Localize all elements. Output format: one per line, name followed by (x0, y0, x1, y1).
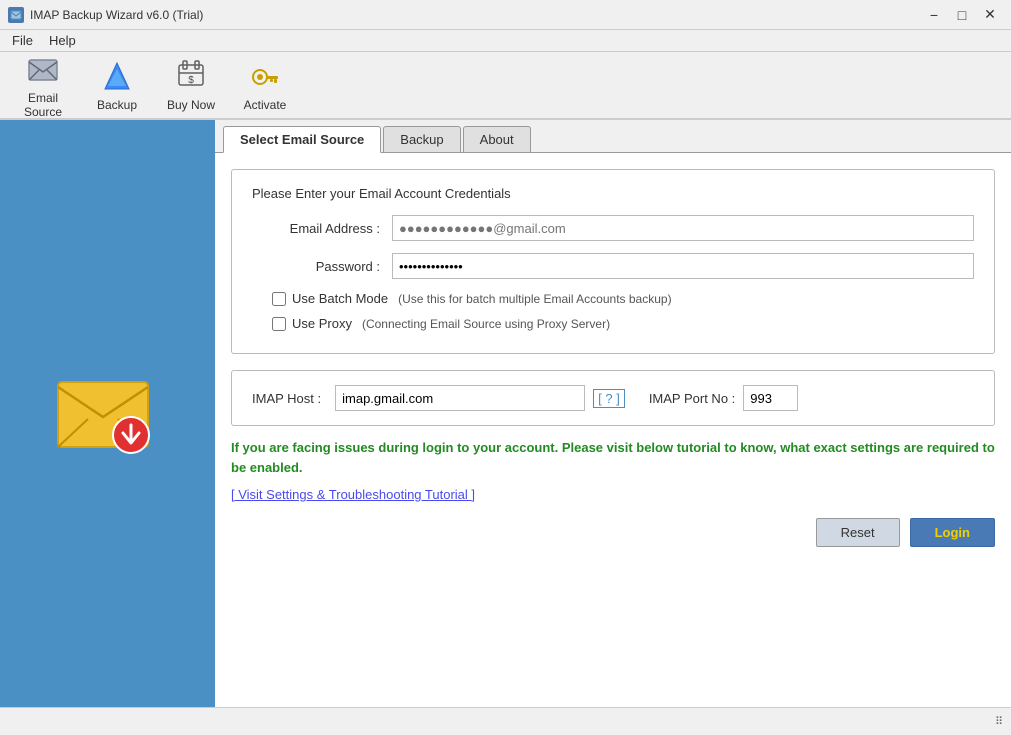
toolbar-activate[interactable]: Activate (230, 56, 300, 114)
info-message: If you are facing issues during login to… (231, 438, 995, 477)
title-bar-controls: − □ ✕ (921, 5, 1003, 25)
svg-text:$: $ (188, 75, 194, 86)
credentials-box: Please Enter your Email Account Credenti… (231, 169, 995, 354)
password-input[interactable] (392, 253, 974, 279)
batch-mode-checkbox[interactable] (272, 292, 286, 306)
proxy-checkbox[interactable] (272, 317, 286, 331)
email-row: Email Address : (252, 215, 974, 241)
menu-help[interactable]: Help (41, 31, 84, 50)
imap-row: IMAP Host : [ ? ] IMAP Port No : (252, 385, 974, 411)
proxy-note: (Connecting Email Source using Proxy Ser… (362, 317, 610, 331)
panel: Please Enter your Email Account Credenti… (215, 153, 1011, 707)
toolbar: Email Source Backup $ Buy Now (0, 52, 1011, 120)
activate-icon (247, 59, 283, 95)
proxy-text: Use Proxy (292, 316, 352, 331)
action-buttons: Reset Login (231, 518, 995, 547)
email-input[interactable] (392, 215, 974, 241)
imap-port-input[interactable] (743, 385, 798, 411)
minimize-button[interactable]: − (921, 5, 947, 25)
batch-mode-note: (Use this for batch multiple Email Accou… (398, 292, 671, 306)
batch-mode-row: Use Batch Mode (Use this for batch multi… (252, 291, 974, 306)
toolbar-activate-label: Activate (244, 98, 287, 112)
login-button[interactable]: Login (910, 518, 995, 547)
sidebar (0, 120, 215, 707)
app-title: IMAP Backup Wizard v6.0 (Trial) (30, 8, 203, 22)
main-layout: Select Email Source Backup About Please … (0, 120, 1011, 707)
tabs: Select Email Source Backup About (215, 120, 1011, 153)
resize-indicator: ⠿ (995, 715, 1003, 728)
menu-bar: File Help (0, 30, 1011, 52)
toolbar-backup[interactable]: Backup (82, 56, 152, 114)
toolbar-backup-label: Backup (97, 98, 137, 112)
toolbar-buy-now[interactable]: $ Buy Now (156, 56, 226, 114)
proxy-label[interactable]: Use Proxy (272, 316, 352, 331)
email-label: Email Address : (252, 221, 392, 236)
password-row: Password : (252, 253, 974, 279)
proxy-row: Use Proxy (Connecting Email Source using… (252, 316, 974, 331)
content-area: Select Email Source Backup About Please … (215, 120, 1011, 707)
credentials-title: Please Enter your Email Account Credenti… (252, 186, 974, 201)
close-button[interactable]: ✕ (977, 5, 1003, 25)
imap-box: IMAP Host : [ ? ] IMAP Port No : (231, 370, 995, 426)
app-icon (8, 7, 24, 23)
password-label: Password : (252, 259, 392, 274)
buy-now-icon: $ (173, 59, 209, 95)
imap-host-label: IMAP Host : (252, 391, 321, 406)
tab-about[interactable]: About (463, 126, 531, 152)
backup-icon (99, 59, 135, 95)
imap-host-input[interactable] (335, 385, 585, 411)
reset-button[interactable]: Reset (816, 518, 900, 547)
toolbar-email-source[interactable]: Email Source (8, 56, 78, 114)
sidebar-email-icon (53, 367, 163, 460)
title-bar-left: IMAP Backup Wizard v6.0 (Trial) (8, 7, 203, 23)
tutorial-link[interactable]: [ Visit Settings & Troubleshooting Tutor… (231, 487, 995, 502)
maximize-button[interactable]: □ (949, 5, 975, 25)
batch-mode-label[interactable]: Use Batch Mode (272, 291, 388, 306)
menu-file[interactable]: File (4, 31, 41, 50)
tab-backup[interactable]: Backup (383, 126, 460, 152)
title-bar: IMAP Backup Wizard v6.0 (Trial) − □ ✕ (0, 0, 1011, 30)
imap-help-button[interactable]: [ ? ] (593, 389, 625, 408)
toolbar-buy-now-label: Buy Now (167, 98, 215, 112)
status-bar: ⠿ (0, 707, 1011, 735)
toolbar-email-source-label: Email Source (8, 91, 78, 119)
tab-select-email-source[interactable]: Select Email Source (223, 126, 381, 153)
batch-mode-text: Use Batch Mode (292, 291, 388, 306)
imap-port-label: IMAP Port No : (649, 391, 735, 406)
email-source-icon (25, 52, 61, 88)
